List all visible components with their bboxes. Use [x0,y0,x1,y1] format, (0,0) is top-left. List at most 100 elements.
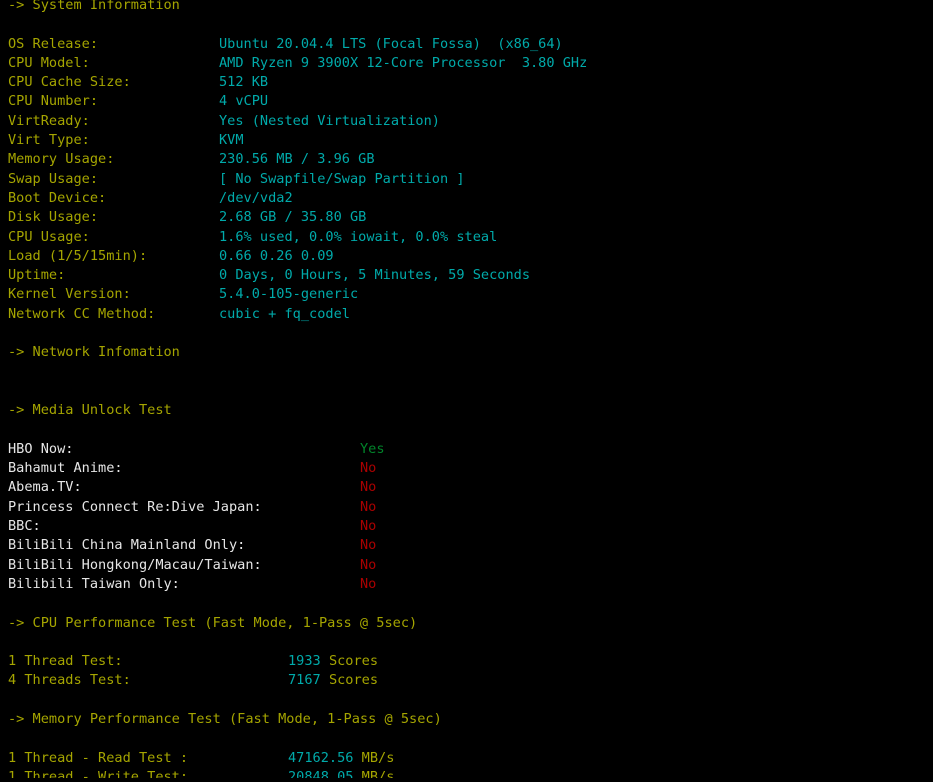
row-label: 1 Thread Test: [8,653,123,670]
row-label: Bilibili Taiwan Only: [8,575,180,592]
heading-text: -> System Information [8,0,180,13]
row-1-thread-test: 1 Thread Test: 1933 Scores [0,652,933,671]
row-value: /dev/vda2 [219,189,293,206]
row-label: CPU Number: [8,93,99,110]
terminal-output[interactable]: -> System Information OS Release: Ubuntu … [0,0,933,778]
row-label: Swap Usage: [8,170,99,187]
status-badge: No [360,460,377,477]
row-value: 2.68 GB / 35.80 GB [219,209,367,226]
row-cpu-cache-size: CPU Cache Size: 512 KB [0,73,933,92]
row-disk-usage: Disk Usage: 2.68 GB / 35.80 GB [0,208,933,227]
row-value-number: 7167 [288,672,321,689]
status-badge: No [360,518,377,535]
row-bbc: BBC: No [0,517,933,536]
status-badge: No [360,537,377,554]
row-cpu-number: CPU Number: 4 vCPU [0,92,933,111]
row-value: 230.56 MB / 3.96 GB [219,151,375,168]
row-label: CPU Cache Size: [8,74,131,91]
row-bilibili-hongkong-macau-taiwan: BiliBili Hongkong/Macau/Taiwan: No [0,556,933,575]
row-kernel-version: Kernel Version: 5.4.0-105-generic [0,285,933,304]
status-badge: No [360,498,377,515]
row-value: [ No Swapfile/Swap Partition ] [219,170,465,187]
row-virtready: VirtReady: Yes (Nested Virtualization) [0,112,933,131]
row-value: 0 Days, 0 Hours, 5 Minutes, 59 Seconds [219,267,530,284]
row-value: Ubuntu 20.04.4 LTS (Focal Fossa) (x86_64… [219,35,563,52]
row-value-unit: Scores [321,672,378,688]
row-label: 4 Threads Test: [8,672,131,689]
heading-text: -> CPU Performance Test (Fast Mode, 1-Pa… [8,614,418,631]
row-value-unit: Scores [321,653,378,669]
row-label: Network CC Method: [8,305,156,322]
row-value-number: 47162.56 [288,749,354,766]
row-os-release: OS Release: Ubuntu 20.04.4 LTS (Focal Fos… [0,35,933,54]
row-label: Load (1/5/15min): [8,247,148,264]
row-label: BBC: [8,518,41,535]
row-value: 1.6% used, 0.0% iowait, 0.0% steal [219,228,498,245]
row-cpu-model: CPU Model: AMD Ryzen 9 3900X 12-Core Proc… [0,54,933,73]
row-1-thread-read-test: 1 Thread - Read Test : 47162.56 MB/s [0,749,933,768]
row-boot-device: Boot Device: /dev/vda2 [0,189,933,208]
row-value: Yes (Nested Virtualization) [219,112,440,129]
status-badge: No [360,556,377,573]
section-heading-cpu-performance-test: -> CPU Performance Test (Fast Mode, 1-Pa… [0,614,933,633]
row-1-thread-write-test: 1 Thread - Write Test: 20848.05 MB/s [0,768,933,778]
row-4-threads-test: 4 Threads Test: 7167 Scores [0,671,933,690]
row-label: Virt Type: [8,132,90,149]
row-princess-connect-redive-japan: Princess Connect Re:Dive Japan: No [0,498,933,517]
row-value: 0.66 0.26 0.09 [219,247,334,264]
row-value-unit: MB/s [353,749,395,766]
section-heading-network-information: -> Network Infomation [0,343,933,362]
row-label: VirtReady: [8,112,90,129]
row-value: 5.4.0-105-generic [219,286,359,303]
row-value: KVM [219,132,244,149]
row-value-number: 1933 [288,653,321,670]
row-virt-type: Virt Type: KVM [0,131,933,150]
row-label: Princess Connect Re:Dive Japan: [8,498,262,515]
row-value-number: 20848.05 [288,768,354,778]
row-hbo-now: HBO Now: Yes [0,440,933,459]
row-label: BiliBili Hongkong/Macau/Taiwan: [8,556,262,573]
row-label: 1 Thread - Read Test : [8,749,189,766]
row-memory-usage: Memory Usage: 230.56 MB / 3.96 GB [0,150,933,169]
row-label: 1 Thread - Write Test: [8,768,189,778]
row-value: 512 KB [219,74,269,91]
row-load-average: Load (1/5/15min): 0.66 0.26 0.09 [0,247,933,266]
status-badge: No [360,575,377,592]
row-label: Kernel Version: [8,286,131,303]
row-bilibili-taiwan-only: Bilibili Taiwan Only: No [0,575,933,594]
row-label: Memory Usage: [8,151,115,168]
row-label: OS Release: [8,35,99,52]
row-uptime: Uptime: 0 Days, 0 Hours, 5 Minutes, 59 Se… [0,266,933,285]
row-value-unit: MB/s [353,769,395,778]
unit-text: Scores [328,672,379,689]
row-label: Disk Usage: [8,209,99,226]
row-value: AMD Ryzen 9 3900X 12-Core Processor 3.80… [219,54,588,71]
row-value: cubic + fq_codel [219,305,350,322]
row-label: CPU Usage: [8,228,90,245]
row-bilibili-china-mainland-only: BiliBili China Mainland Only: No [0,536,933,555]
status-badge: No [360,479,377,496]
row-label: CPU Model: [8,54,90,71]
status-badge: Yes [360,440,385,457]
row-label: Bahamut Anime: [8,460,123,477]
section-heading-system-information: -> System Information [0,0,933,15]
unit-text: MB/s [361,749,395,766]
row-bahamut-anime: Bahamut Anime: No [0,459,933,478]
row-label: HBO Now: [8,440,74,457]
unit-text: Scores [328,653,379,670]
heading-text: -> Memory Performance Test (Fast Mode, 1… [8,710,442,727]
row-label: Uptime: [8,267,66,284]
row-label: BiliBili China Mainland Only: [8,537,246,554]
section-heading-media-unlock-test: -> Media Unlock Test [0,401,933,420]
row-network-cc-method: Network CC Method: cubic + fq_codel [0,305,933,324]
row-swap-usage: Swap Usage: [ No Swapfile/Swap Partition … [0,170,933,189]
row-value: 4 vCPU [219,93,269,110]
